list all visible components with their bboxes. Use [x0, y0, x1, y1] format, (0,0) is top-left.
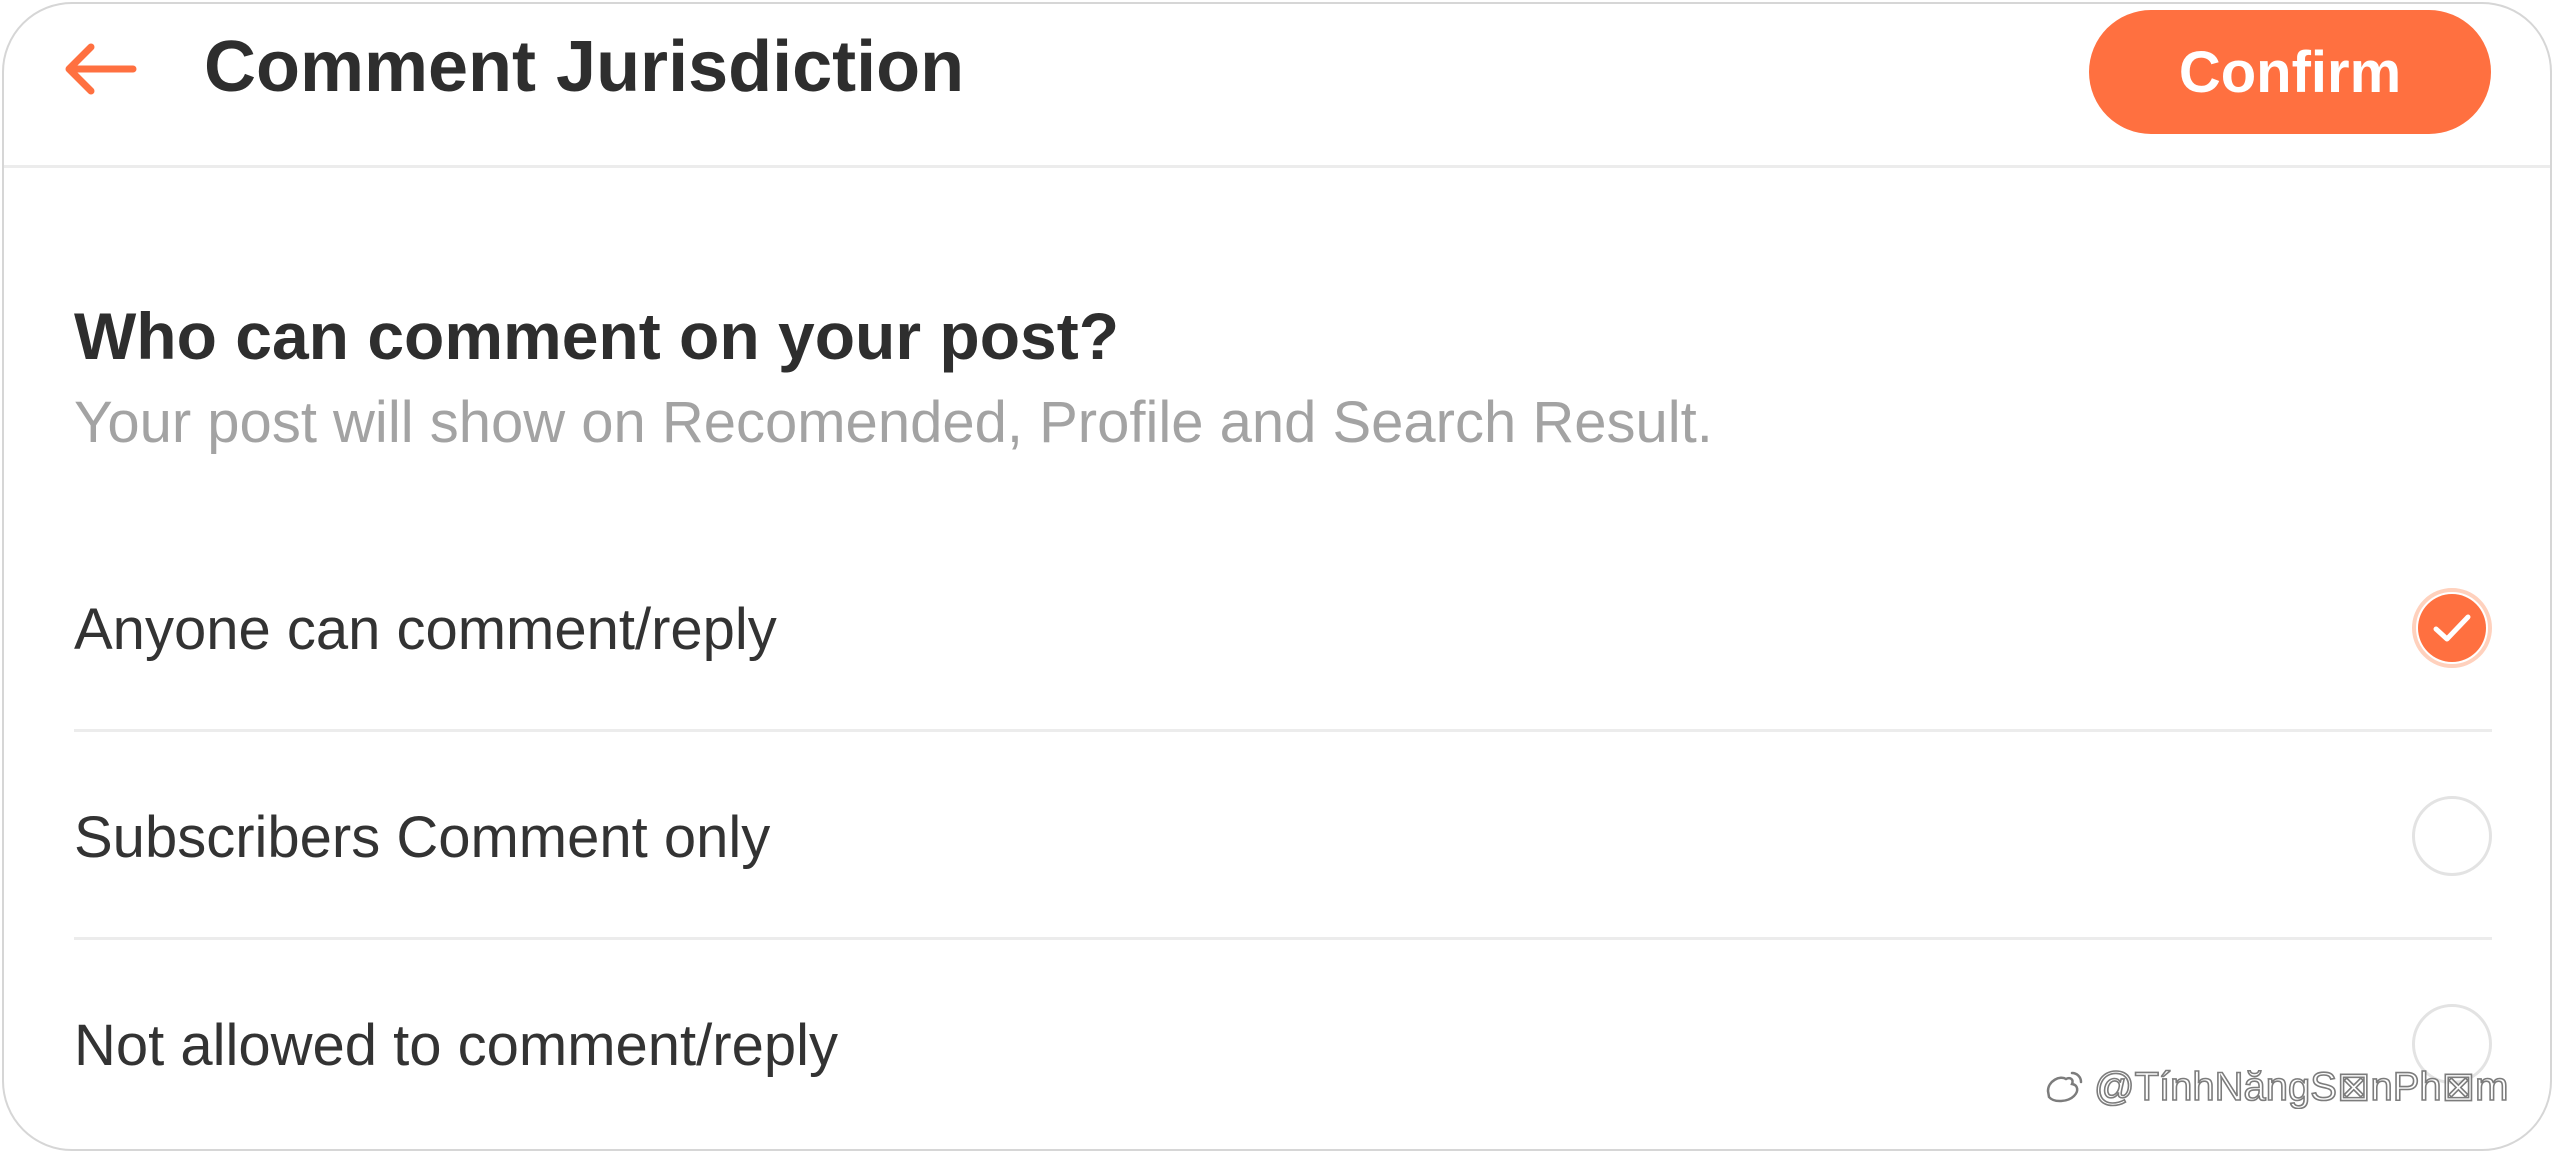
arrow-left-icon [65, 43, 137, 95]
radio-fill [2418, 594, 2486, 662]
option-divider [74, 729, 2492, 732]
option-anyone-can-comment[interactable]: Anyone can comment/reply [74, 526, 2492, 732]
option-label: Not allowed to comment/reply [74, 1012, 838, 1078]
radio-unselected[interactable] [2412, 796, 2492, 876]
page-title: Comment Jurisdiction [204, 27, 965, 107]
section-question: Who can comment on your post? [74, 299, 1120, 373]
watermark: @TínhNăngS⊠nPh⊠m [2044, 1064, 2509, 1110]
watermark-text: @TínhNăngS⊠nPh⊠m [2093, 1064, 2509, 1110]
weibo-logo-icon [2046, 1071, 2083, 1103]
section-hint: Your post will show on Recomended, Profi… [74, 390, 1713, 455]
header-bar: Comment Jurisdiction Confirm [4, 4, 2550, 168]
option-divider [74, 937, 2492, 940]
option-not-allowed[interactable]: Not allowed to comment/reply [74, 942, 2492, 1148]
back-button[interactable] [59, 29, 139, 109]
radio-selected[interactable] [2412, 588, 2492, 668]
dialog-frame: Comment Jurisdiction Confirm Who can com… [2, 2, 2552, 1151]
confirm-button[interactable]: Confirm [2089, 10, 2491, 134]
option-subscribers-only[interactable]: Subscribers Comment only [74, 734, 2492, 940]
checkmark-icon [2433, 614, 2471, 642]
option-label: Anyone can comment/reply [74, 596, 777, 662]
option-label: Subscribers Comment only [74, 804, 771, 870]
